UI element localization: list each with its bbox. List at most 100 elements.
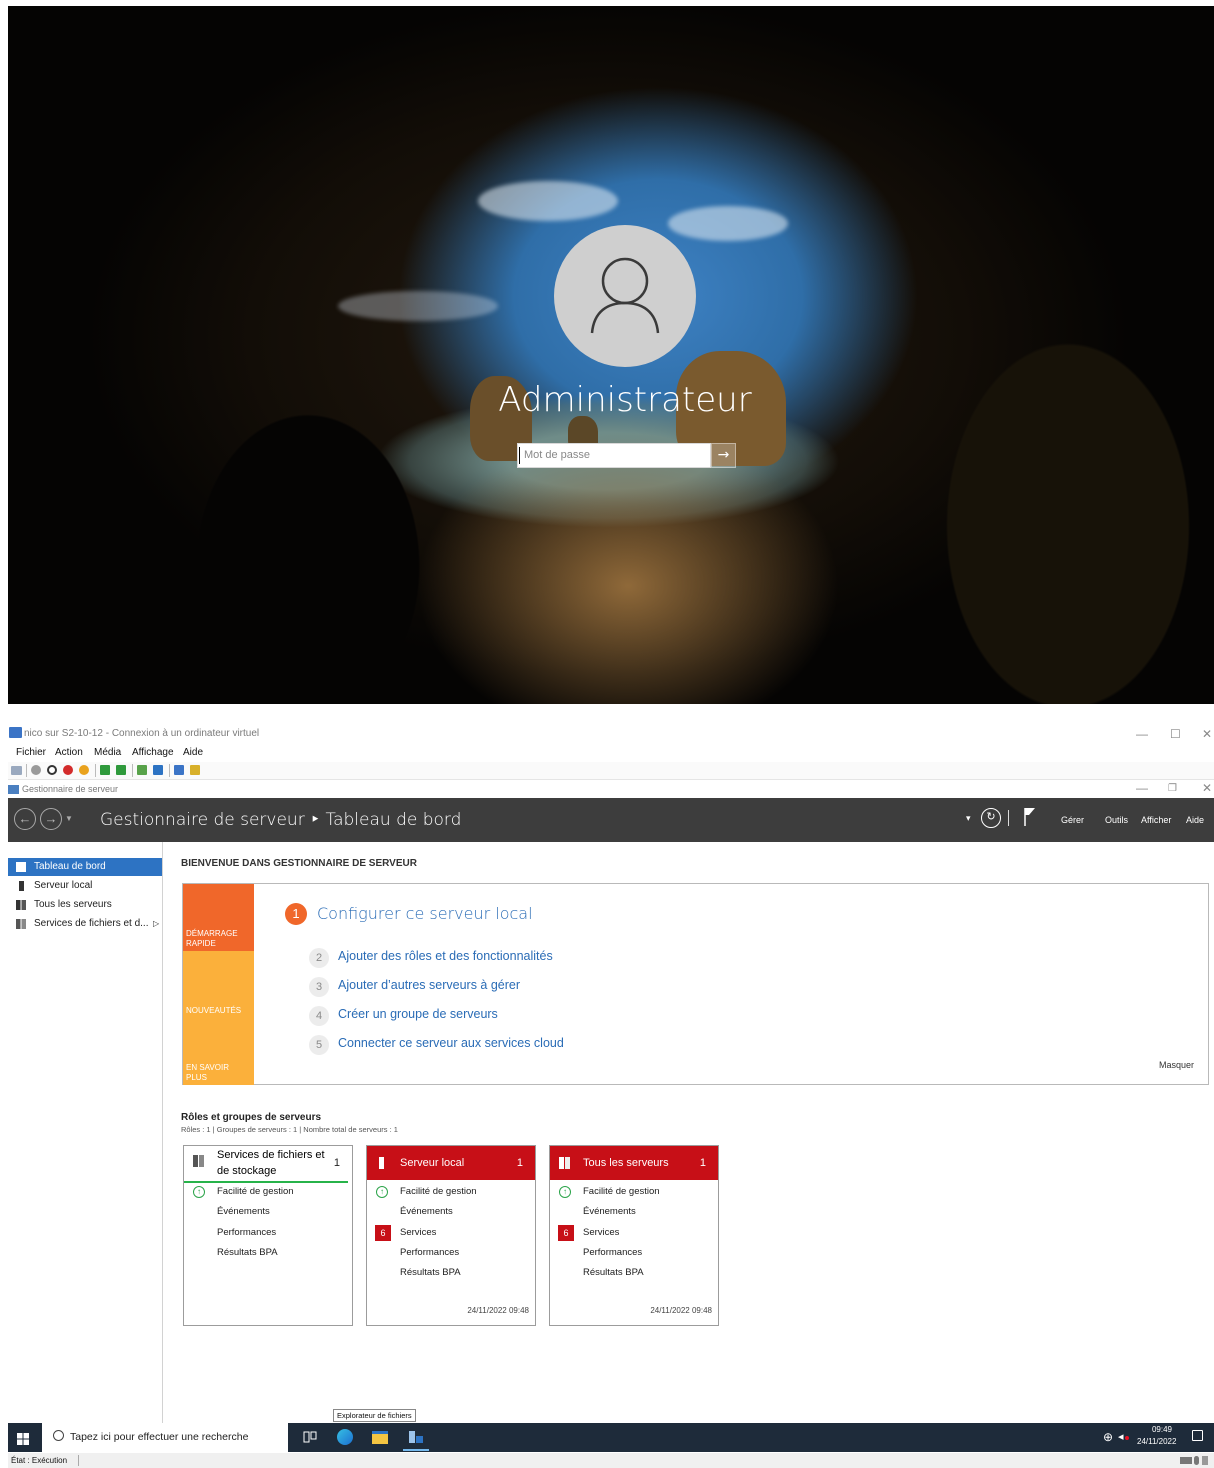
submit-arrow-button[interactable]: → (711, 443, 736, 468)
row-manageability[interactable]: Facilité de gestion (217, 1186, 294, 1197)
sidebar-item-dashboard[interactable]: Tableau de bord (8, 858, 162, 876)
tile-whats-new[interactable]: NOUVEAUTÉS (183, 951, 254, 1018)
sidebar-item-local-server[interactable]: Serveur local (8, 877, 162, 895)
menu-fichier[interactable]: Fichier (16, 747, 46, 758)
menu-gerer[interactable]: Gérer (1061, 815, 1084, 825)
menu-affichage[interactable]: Affichage (132, 747, 174, 758)
task-view-icon[interactable] (302, 1429, 318, 1445)
card-header[interactable]: Serveur local 1 (367, 1146, 535, 1180)
lock-icon (1202, 1456, 1208, 1465)
muted-indicator-icon (1125, 1436, 1129, 1440)
menu-afficher[interactable]: Afficher (1141, 815, 1171, 825)
row-manageability[interactable]: Facilité de gestion (583, 1186, 660, 1197)
refresh-icon[interactable]: ↻ (981, 808, 1001, 828)
menu-aide[interactable]: Aide (183, 747, 203, 758)
row-events[interactable]: Événements (400, 1206, 453, 1217)
volume-muted-icon[interactable]: ◂ (1118, 1430, 1124, 1443)
start-icon[interactable] (31, 765, 41, 775)
row-performance[interactable]: Performances (583, 1247, 642, 1258)
row-events[interactable]: Événements (583, 1206, 636, 1217)
card-header[interactable]: Services de fichiers et de stockage 1 (184, 1146, 352, 1180)
row-manageability[interactable]: Facilité de gestion (400, 1186, 477, 1197)
row-bpa-results[interactable]: Résultats BPA (217, 1247, 278, 1258)
password-field[interactable]: Mot de passe (517, 443, 711, 468)
file-explorer-icon[interactable] (372, 1431, 388, 1444)
cloud-shape (338, 291, 498, 321)
sm-restore-button[interactable]: ❐ (1168, 781, 1177, 796)
sm-minimize-button[interactable]: — (1136, 781, 1148, 796)
card-title: Serveur local (400, 1157, 465, 1169)
card-header[interactable]: Tous les serveurs 1 (550, 1146, 718, 1180)
tile-quick-start[interactable]: DÉMARRAGE RAPIDE (183, 884, 254, 951)
maximize-button[interactable]: ☐ (1170, 724, 1181, 744)
row-bpa-results[interactable]: Résultats BPA (583, 1267, 644, 1278)
file-explorer-tooltip: Explorateur de fichiers (333, 1409, 416, 1422)
sidebar-item-all-servers[interactable]: Tous les serveurs (8, 896, 162, 914)
pause-icon[interactable] (100, 765, 110, 775)
menu-outils[interactable]: Outils (1105, 815, 1128, 825)
add-servers-link[interactable]: Ajouter d’autres serveurs à gérer (338, 978, 520, 992)
ctrl-alt-del-icon[interactable] (11, 766, 22, 775)
server-manager-taskbar-icon[interactable] (408, 1429, 424, 1445)
minimize-button[interactable]: — (1136, 724, 1148, 744)
taskbar-search-box[interactable]: Tapez ici pour effectuer une recherche (42, 1423, 288, 1452)
menu-aide-sm[interactable]: Aide (1186, 815, 1204, 825)
configure-local-server-link[interactable]: Configurer ce serveur local (317, 904, 533, 923)
back-arrow-icon[interactable]: ← (14, 808, 36, 830)
connect-cloud-link[interactable]: Connecter ce serveur aux services cloud (338, 1036, 564, 1050)
enhanced-session-icon[interactable] (174, 765, 184, 775)
refresh-dropdown-icon[interactable]: ▾ (966, 813, 971, 824)
toolbar-separator (95, 764, 96, 777)
navigation-sidebar: Tableau de bord Serveur local Tous les s… (8, 842, 163, 1423)
vm-connection-window: nico sur S2-10-12 - Connexion à un ordin… (8, 724, 1214, 1468)
network-globe-icon[interactable]: ⊕ (1103, 1430, 1113, 1444)
create-server-group-link[interactable]: Créer un groupe de serveurs (338, 1007, 498, 1021)
welcome-title: BIENVENUE DANS GESTIONNAIRE DE SERVEUR (181, 858, 417, 869)
row-performance[interactable]: Performances (217, 1227, 276, 1238)
welcome-panel: DÉMARRAGE RAPIDE NOUVEAUTÉS EN SAVOIR PL… (182, 883, 1209, 1085)
row-services[interactable]: Services (583, 1227, 619, 1238)
services-alert-badge: 6 (375, 1225, 391, 1241)
hide-welcome-link[interactable]: Masquer (1159, 1060, 1194, 1070)
menu-media[interactable]: Média (94, 747, 121, 758)
row-events[interactable]: Événements (217, 1206, 270, 1217)
card-file-storage-services[interactable]: Services de fichiers et de stockage 1 ↑ … (183, 1145, 353, 1326)
clock-date[interactable]: 24/11/2022 (1137, 1437, 1176, 1446)
edge-browser-icon[interactable] (337, 1429, 353, 1445)
history-dropdown-icon[interactable]: ▼ (65, 814, 73, 823)
row-services[interactable]: Services (400, 1227, 436, 1238)
card-local-server[interactable]: Serveur local 1 ↑ Facilité de gestion Év… (366, 1145, 536, 1326)
row-performance[interactable]: Performances (400, 1247, 459, 1258)
services-alert-badge: 6 (558, 1225, 574, 1241)
card-count: 1 (333, 1157, 340, 1169)
card-timestamp: 24/11/2022 09:48 (650, 1306, 712, 1315)
save-state-icon[interactable] (79, 765, 89, 775)
add-roles-link[interactable]: Ajouter des rôles et des fonctionnalités (338, 949, 553, 963)
share-icon[interactable] (190, 765, 200, 775)
close-button[interactable]: ✕ (1202, 724, 1212, 744)
toolbar-separator (169, 764, 170, 777)
tile-learn-more[interactable]: EN SAVOIR PLUS (183, 1018, 254, 1085)
roles-section-title: Rôles et groupes de serveurs (181, 1112, 322, 1123)
revert-icon[interactable] (153, 765, 163, 775)
resume-icon[interactable] (116, 765, 126, 775)
turn-off-icon[interactable] (47, 765, 57, 775)
shutdown-icon[interactable] (63, 765, 73, 775)
clock-time[interactable]: 09:49 (1147, 1425, 1177, 1434)
card-all-servers[interactable]: Tous les serveurs 1 ↑ Facilité de gestio… (549, 1145, 719, 1326)
expand-chevron-icon[interactable]: ▷ (153, 915, 159, 933)
server-manager-title-bar: Gestionnaire de serveur — ❐ ✕ (8, 781, 1214, 797)
breadcrumb: Gestionnaire de serveur ‣ Tableau de bor… (100, 810, 462, 830)
forward-arrow-icon[interactable]: → (40, 808, 62, 830)
card-title-line2: de stockage (217, 1165, 277, 1177)
windows-start-icon[interactable] (17, 1432, 29, 1445)
header-separator (1008, 810, 1009, 826)
notifications-flag-icon[interactable] (1024, 807, 1036, 827)
sidebar-item-file-services[interactable]: Services de fichiers et d... ▷ (8, 915, 162, 933)
menu-action[interactable]: Action (55, 747, 83, 758)
checkpoint-icon[interactable] (137, 765, 147, 775)
row-bpa-results[interactable]: Résultats BPA (400, 1267, 461, 1278)
sm-close-button[interactable]: ✕ (1202, 781, 1212, 796)
notification-center-icon[interactable] (1192, 1430, 1203, 1441)
user-icon (590, 257, 660, 334)
